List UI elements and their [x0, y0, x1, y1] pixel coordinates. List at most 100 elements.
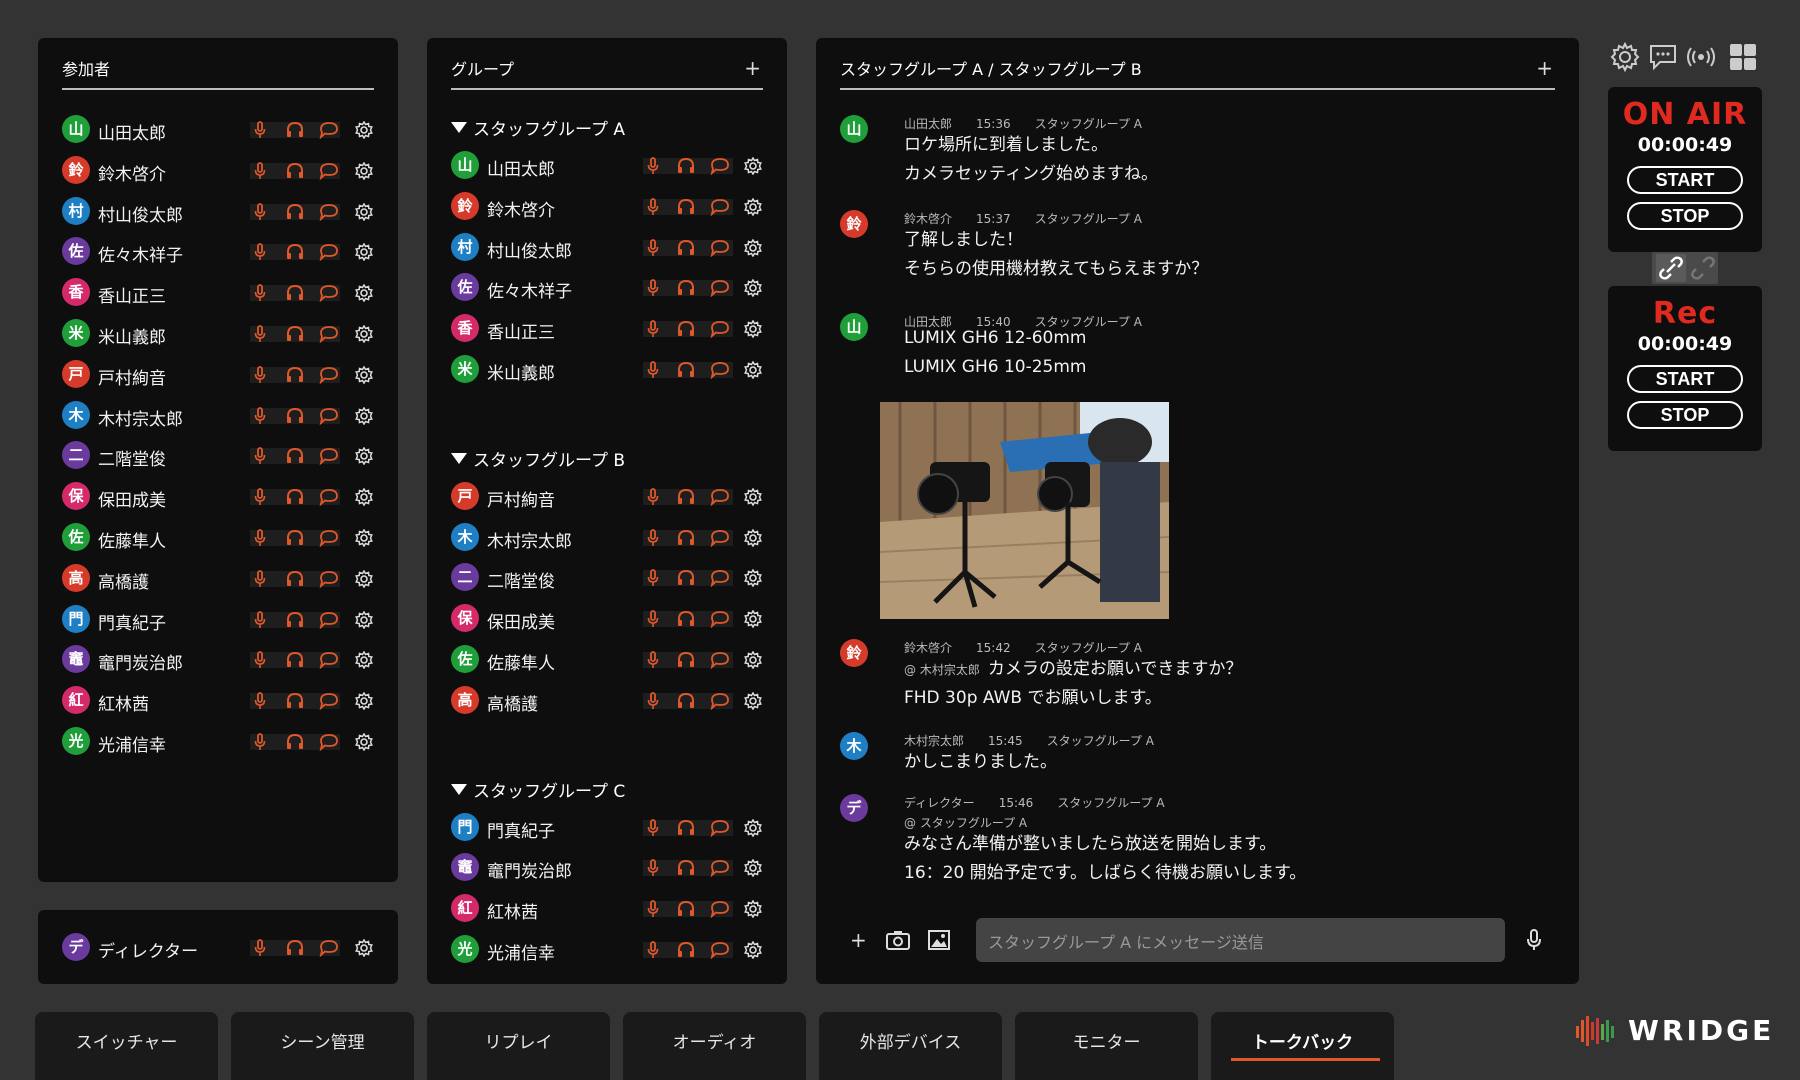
chat-icon[interactable]: [319, 938, 339, 958]
mic-icon[interactable]: [643, 487, 663, 507]
participant-row[interactable]: 保保田成美: [62, 482, 374, 512]
chat-icon[interactable]: [319, 487, 339, 507]
chat-bubble-icon[interactable]: [1648, 42, 1678, 76]
on-air-start-button[interactable]: START: [1627, 166, 1743, 194]
mic-icon[interactable]: [643, 197, 663, 217]
chat-icon[interactable]: [710, 568, 730, 588]
member-settings-gear-icon[interactable]: [354, 650, 374, 670]
headphones-icon[interactable]: [676, 691, 696, 711]
mic-icon[interactable]: [250, 569, 270, 589]
chat-icon[interactable]: [710, 487, 730, 507]
headphones-icon[interactable]: [285, 446, 305, 466]
headphones-icon[interactable]: [676, 568, 696, 588]
mic-icon[interactable]: [643, 319, 663, 339]
headphones-icon[interactable]: [285, 324, 305, 344]
mic-icon[interactable]: [643, 609, 663, 629]
member-settings-gear-icon[interactable]: [743, 650, 763, 670]
participant-row[interactable]: 鈴鈴木啓介: [62, 155, 374, 186]
mic-icon[interactable]: [643, 238, 663, 258]
participant-row[interactable]: 佐佐藤隼人: [62, 523, 374, 553]
collapse-triangle-icon[interactable]: [451, 122, 467, 133]
tab-1[interactable]: シーン管理: [231, 1012, 414, 1080]
chat-icon[interactable]: [319, 528, 339, 548]
link-toggle[interactable]: [1652, 252, 1718, 284]
mic-icon[interactable]: [250, 650, 270, 670]
participant-row[interactable]: 竈竈門炭治郎: [62, 645, 374, 675]
chat-icon[interactable]: [319, 650, 339, 670]
attached-photo[interactable]: [880, 402, 1169, 619]
mic-icon[interactable]: [643, 940, 663, 960]
add-group-button[interactable]: +: [744, 58, 761, 78]
mic-icon[interactable]: [250, 283, 270, 303]
group-member-row[interactable]: 紅紅林茜: [451, 894, 763, 924]
member-settings-gear-icon[interactable]: [354, 569, 374, 589]
participant-row[interactable]: 木木村宗太郎: [62, 400, 374, 431]
mic-icon[interactable]: [643, 278, 663, 298]
participant-row[interactable]: 戸戸村絢音: [62, 359, 374, 390]
add-chat-button[interactable]: +: [1536, 58, 1553, 78]
mic-icon[interactable]: [643, 858, 663, 878]
headphones-icon[interactable]: [285, 610, 305, 630]
rec-stop-button[interactable]: STOP: [1627, 401, 1743, 429]
member-settings-gear-icon[interactable]: [743, 858, 763, 878]
participant-row[interactable]: 香香山正三: [62, 278, 374, 308]
mic-icon[interactable]: [250, 161, 270, 181]
chat-icon[interactable]: [319, 365, 339, 385]
group-member-row[interactable]: 山山田太郎: [451, 151, 763, 181]
on-air-stop-button[interactable]: STOP: [1627, 202, 1743, 230]
headphones-icon[interactable]: [676, 238, 696, 258]
group-member-row[interactable]: 木木村宗太郎: [451, 522, 763, 553]
chat-icon[interactable]: [710, 156, 730, 176]
member-settings-gear-icon[interactable]: [354, 610, 374, 630]
participant-row[interactable]: 二二階堂俊: [62, 441, 374, 471]
headphones-icon[interactable]: [676, 528, 696, 548]
group-member-row[interactable]: 村村山俊太郎: [451, 232, 763, 263]
member-settings-gear-icon[interactable]: [354, 202, 374, 222]
add-attachment-button[interactable]: +: [850, 928, 867, 952]
chat-icon[interactable]: [710, 609, 730, 629]
headphones-icon[interactable]: [676, 360, 696, 380]
mic-icon[interactable]: [643, 899, 663, 919]
group-member-row[interactable]: 香香山正三: [451, 314, 763, 344]
group-member-row[interactable]: 高高橋護: [451, 685, 763, 716]
headphones-icon[interactable]: [676, 319, 696, 339]
group-member-row[interactable]: 鈴鈴木啓介: [451, 191, 763, 222]
settings-gear-icon[interactable]: [1610, 41, 1640, 76]
group-member-row[interactable]: 米米山義郎: [451, 355, 763, 385]
chat-icon[interactable]: [710, 650, 730, 670]
chat-icon[interactable]: [319, 691, 339, 711]
tab-3[interactable]: オーディオ: [623, 1012, 806, 1080]
headphones-icon[interactable]: [285, 365, 305, 385]
headphones-icon[interactable]: [676, 899, 696, 919]
mic-icon[interactable]: [250, 691, 270, 711]
member-settings-gear-icon[interactable]: [743, 156, 763, 176]
headphones-icon[interactable]: [285, 528, 305, 548]
unlink-icon[interactable]: [1688, 254, 1718, 286]
group-header[interactable]: スタッフグループ A: [451, 115, 625, 140]
member-settings-gear-icon[interactable]: [743, 360, 763, 380]
member-settings-gear-icon[interactable]: [354, 283, 374, 303]
image-icon[interactable]: [928, 930, 950, 954]
group-member-row[interactable]: 門門真紀子: [451, 812, 763, 843]
chat-icon[interactable]: [710, 197, 730, 217]
headphones-icon[interactable]: [676, 650, 696, 670]
headphones-icon[interactable]: [676, 487, 696, 507]
headphones-icon[interactable]: [285, 938, 305, 958]
member-settings-gear-icon[interactable]: [743, 609, 763, 629]
mic-icon[interactable]: [250, 487, 270, 507]
headphones-icon[interactable]: [285, 691, 305, 711]
member-settings-gear-icon[interactable]: [743, 899, 763, 919]
member-settings-gear-icon[interactable]: [354, 487, 374, 507]
member-settings-gear-icon[interactable]: [743, 487, 763, 507]
headphones-icon[interactable]: [285, 161, 305, 181]
chat-icon[interactable]: [710, 899, 730, 919]
chat-icon[interactable]: [319, 610, 339, 630]
participant-row[interactable]: 門門真紀子: [62, 604, 374, 635]
mic-icon[interactable]: [250, 242, 270, 262]
chat-icon[interactable]: [710, 319, 730, 339]
tab-6[interactable]: トークバック: [1211, 1012, 1394, 1080]
member-settings-gear-icon[interactable]: [743, 197, 763, 217]
headphones-icon[interactable]: [676, 940, 696, 960]
member-settings-gear-icon[interactable]: [743, 528, 763, 548]
member-settings-gear-icon[interactable]: [354, 528, 374, 548]
